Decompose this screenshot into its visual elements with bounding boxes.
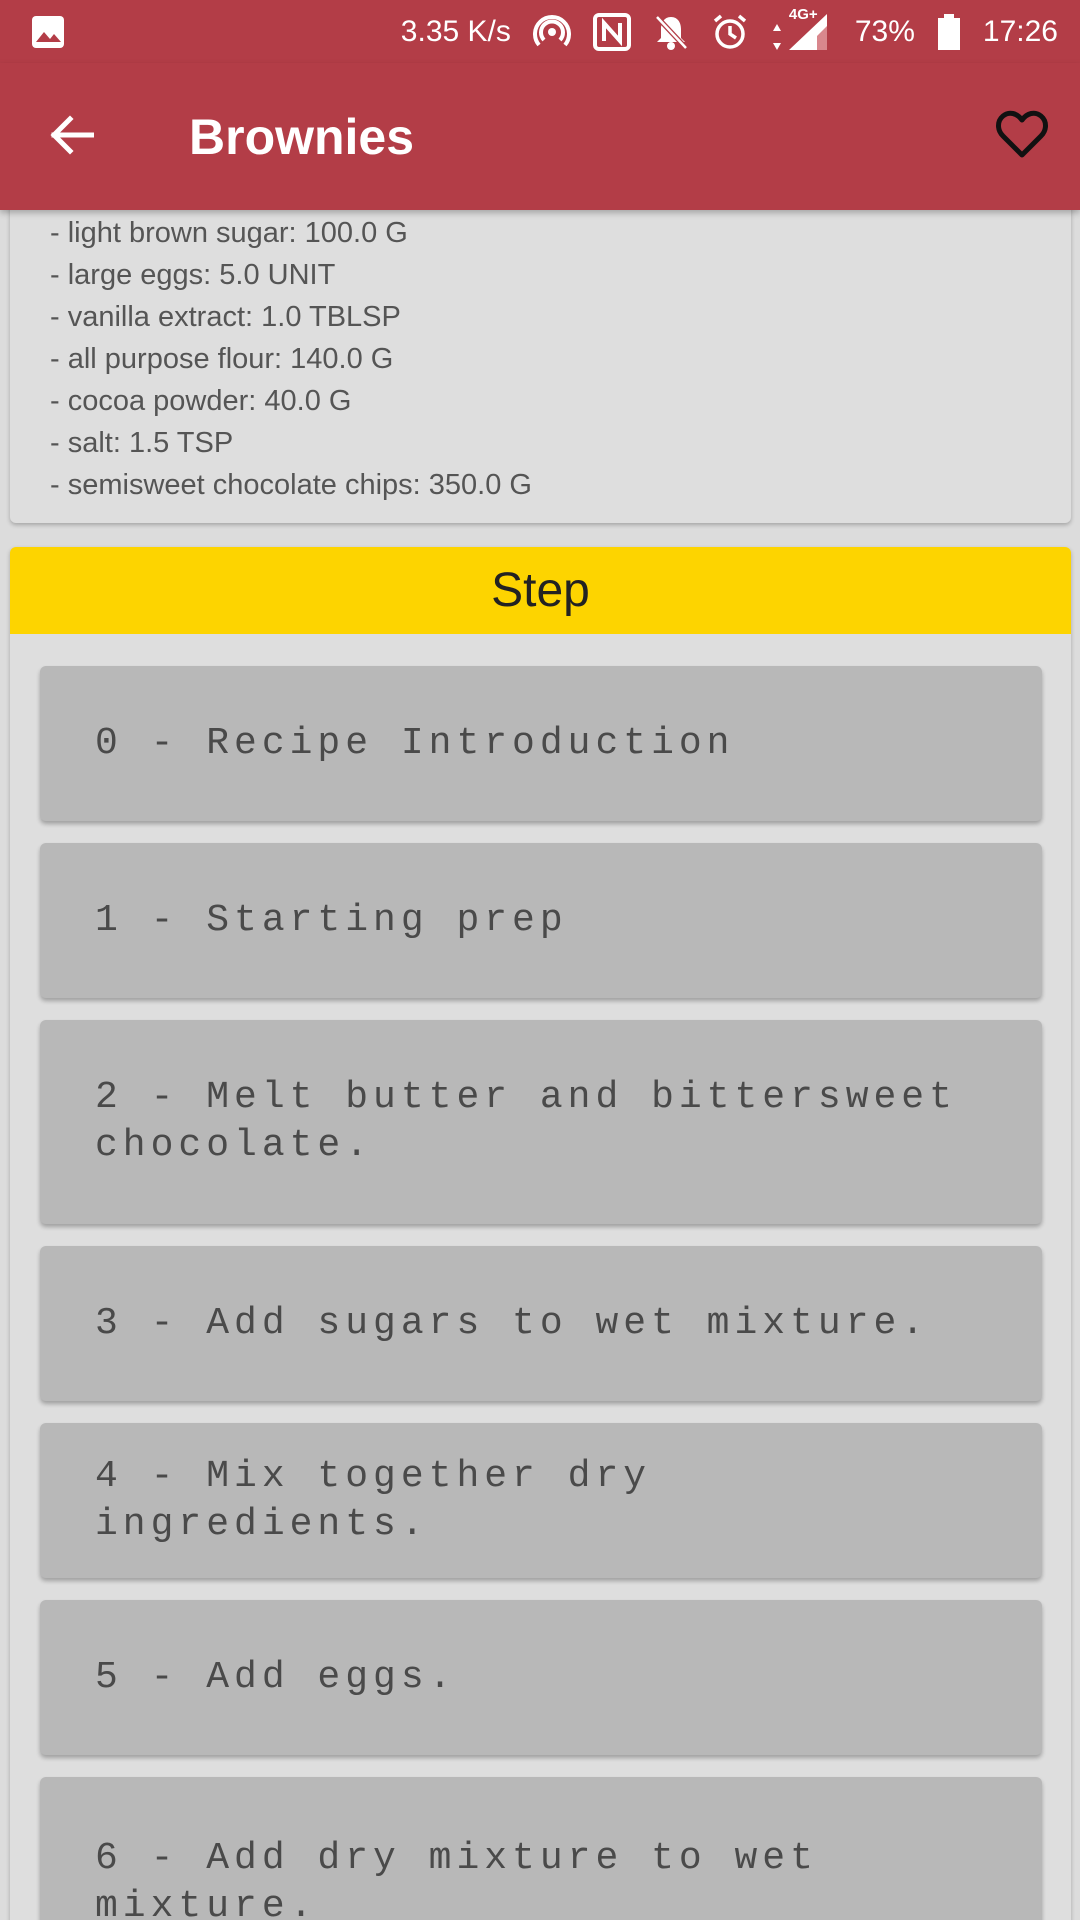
step-label: 3 - Add sugars to wet mixture. [95, 1301, 930, 1345]
ingredient-item: - all purpose flour: 140.0 G [50, 343, 394, 375]
step-item-6[interactable]: 6 - Add dry mixture to wet mixture. [40, 1777, 1042, 1920]
step-item-4[interactable]: 4 - Mix together dry ingredients. [40, 1423, 1042, 1578]
step-header-title: Step [491, 564, 590, 617]
step-label: 1 - Starting prep [95, 898, 568, 942]
step-item-5[interactable]: 5 - Add eggs. [40, 1600, 1042, 1755]
arrow-left-icon [50, 114, 95, 160]
ingredients-card: - light brown sugar: 100.0 G - large egg… [10, 198, 1071, 523]
alarm-icon [711, 13, 749, 51]
step-item-3[interactable]: 3 - Add sugars to wet mixture. [40, 1246, 1042, 1401]
network-speed: 3.35 K/s [400, 14, 511, 48]
status-bar: 3.35 K/s 4G+ 73% 17:26 [0, 0, 1080, 63]
ingredient-item: - large eggs: 5.0 UNIT [50, 259, 336, 291]
heart-outline-icon [995, 110, 1049, 165]
nfc-icon [592, 12, 631, 51]
battery-icon [937, 13, 961, 51]
step-label: 6 - Add dry mixture to wet mixture. [95, 1837, 818, 1920]
ingredient-item: - salt: 1.5 TSP [50, 427, 234, 459]
ingredient-item: - light brown sugar: 100.0 G [50, 217, 408, 249]
step-item-1[interactable]: 1 - Starting prep [40, 843, 1042, 998]
ingredient-item: - vanilla extract: 1.0 TBLSP [50, 301, 401, 333]
step-item-2[interactable]: 2 - Melt butter and bittersweet chocolat… [40, 1020, 1042, 1224]
favorite-button[interactable] [992, 107, 1052, 167]
step-item-0[interactable]: 0 - Recipe Introduction [40, 666, 1042, 821]
steps-panel: Step 0 - Recipe Introduction 1 - Startin… [10, 547, 1071, 1920]
image-icon [30, 14, 66, 50]
network-type: 4G+ [788, 5, 818, 23]
signal-4g-icon: 4G+ [771, 6, 833, 52]
ingredient-item: - cocoa powder: 40.0 G [50, 385, 352, 417]
app-bar: Brownies [0, 63, 1080, 210]
data-arrows-icon [772, 23, 781, 50]
bell-off-icon [653, 13, 689, 51]
step-label: 0 - Recipe Introduction [95, 721, 735, 765]
clock: 17:26 [982, 14, 1058, 48]
step-label: 4 - Mix together dry ingredients. [95, 1454, 652, 1546]
step-header: Step [10, 547, 1071, 634]
ingredient-item: - semisweet chocolate chips: 350.0 G [50, 469, 532, 501]
step-label: 2 - Melt butter and bittersweet chocolat… [95, 1076, 957, 1167]
ingredients-list: - light brown sugar: 100.0 G - large egg… [50, 212, 532, 506]
back-button[interactable] [44, 109, 100, 165]
hotspot-icon [532, 13, 571, 51]
battery-percent: 73% [854, 14, 915, 48]
page-title: Brownies [189, 109, 415, 165]
step-label: 5 - Add eggs. [95, 1655, 457, 1699]
